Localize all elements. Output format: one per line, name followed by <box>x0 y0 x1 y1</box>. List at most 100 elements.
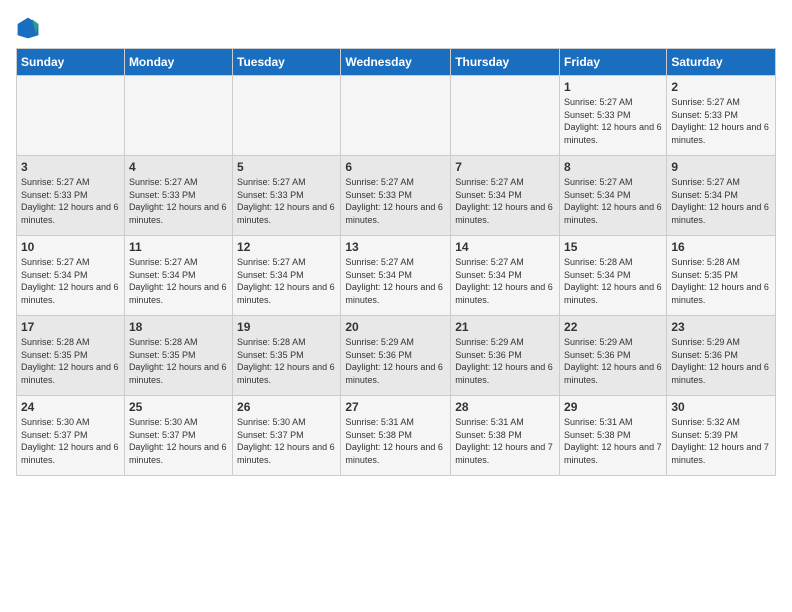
day-info: Sunrise: 5:27 AM Sunset: 5:34 PM Dayligh… <box>21 256 120 306</box>
day-number: 3 <box>21 160 120 174</box>
calendar-table: SundayMondayTuesdayWednesdayThursdayFrid… <box>16 48 776 476</box>
calendar-cell: 10 Sunrise: 5:27 AM Sunset: 5:34 PM Dayli… <box>17 236 125 316</box>
calendar-cell: 2 Sunrise: 5:27 AM Sunset: 5:33 PM Daylig… <box>667 76 776 156</box>
day-number: 9 <box>671 160 771 174</box>
day-info: Sunrise: 5:30 AM Sunset: 5:37 PM Dayligh… <box>237 416 336 466</box>
calendar-week-4: 17 Sunrise: 5:28 AM Sunset: 5:35 PM Dayli… <box>17 316 776 396</box>
day-info: Sunrise: 5:29 AM Sunset: 5:36 PM Dayligh… <box>455 336 555 386</box>
day-number: 7 <box>455 160 555 174</box>
day-number: 2 <box>671 80 771 94</box>
day-number: 16 <box>671 240 771 254</box>
calendar-cell: 9 Sunrise: 5:27 AM Sunset: 5:34 PM Daylig… <box>667 156 776 236</box>
calendar-cell <box>17 76 125 156</box>
day-number: 25 <box>129 400 228 414</box>
calendar-cell: 23Sunrise: 5:29 AM Sunset: 5:36 PM Dayli… <box>667 316 776 396</box>
day-number: 15 <box>564 240 662 254</box>
calendar-cell <box>341 76 451 156</box>
day-info: Sunrise: 5:30 AM Sunset: 5:37 PM Dayligh… <box>21 416 120 466</box>
calendar-cell <box>451 76 560 156</box>
day-info: Sunrise: 5:27 AM Sunset: 5:33 PM Dayligh… <box>671 96 771 146</box>
calendar-cell: 25 Sunrise: 5:30 AM Sunset: 5:37 PM Dayli… <box>124 396 232 476</box>
column-header-friday: Friday <box>560 49 667 76</box>
day-number: 22 <box>564 320 662 334</box>
day-number: 26 <box>237 400 336 414</box>
day-info: Sunrise: 5:27 AM Sunset: 5:33 PM Dayligh… <box>21 176 120 226</box>
calendar-cell: 4 Sunrise: 5:27 AM Sunset: 5:33 PM Daylig… <box>124 156 232 236</box>
calendar-cell <box>124 76 232 156</box>
calendar-body: 1 Sunrise: 5:27 AM Sunset: 5:33 PM Daylig… <box>17 76 776 476</box>
calendar-cell: 11 Sunrise: 5:27 AM Sunset: 5:34 PM Dayli… <box>124 236 232 316</box>
day-number: 11 <box>129 240 228 254</box>
logo-icon <box>16 16 40 40</box>
day-number: 10 <box>21 240 120 254</box>
calendar-cell: 20Sunrise: 5:29 AM Sunset: 5:36 PM Dayli… <box>341 316 451 396</box>
calendar-cell: 6 Sunrise: 5:27 AM Sunset: 5:33 PM Daylig… <box>341 156 451 236</box>
calendar-cell: 3 Sunrise: 5:27 AM Sunset: 5:33 PM Daylig… <box>17 156 125 236</box>
day-number: 17 <box>21 320 120 334</box>
day-number: 6 <box>345 160 446 174</box>
logo <box>16 16 44 40</box>
day-info: Sunrise: 5:32 AM Sunset: 5:39 PM Dayligh… <box>671 416 771 466</box>
calendar-cell: 18 Sunrise: 5:28 AM Sunset: 5:35 PM Dayli… <box>124 316 232 396</box>
day-info: Sunrise: 5:27 AM Sunset: 5:34 PM Dayligh… <box>129 256 228 306</box>
column-header-thursday: Thursday <box>451 49 560 76</box>
calendar-cell: 12Sunrise: 5:27 AM Sunset: 5:34 PM Dayli… <box>233 236 341 316</box>
calendar-cell: 17 Sunrise: 5:28 AM Sunset: 5:35 PM Dayli… <box>17 316 125 396</box>
column-header-monday: Monday <box>124 49 232 76</box>
calendar-cell: 22Sunrise: 5:29 AM Sunset: 5:36 PM Dayli… <box>560 316 667 396</box>
calendar-week-3: 10 Sunrise: 5:27 AM Sunset: 5:34 PM Dayli… <box>17 236 776 316</box>
calendar-cell: 26 Sunrise: 5:30 AM Sunset: 5:37 PM Dayli… <box>233 396 341 476</box>
day-number: 20 <box>345 320 446 334</box>
day-info: Sunrise: 5:31 AM Sunset: 5:38 PM Dayligh… <box>345 416 446 466</box>
header <box>16 16 776 40</box>
column-header-saturday: Saturday <box>667 49 776 76</box>
calendar-cell <box>233 76 341 156</box>
day-number: 5 <box>237 160 336 174</box>
day-info: Sunrise: 5:27 AM Sunset: 5:33 PM Dayligh… <box>345 176 446 226</box>
day-info: Sunrise: 5:30 AM Sunset: 5:37 PM Dayligh… <box>129 416 228 466</box>
day-number: 4 <box>129 160 228 174</box>
calendar-cell: 16 Sunrise: 5:28 AM Sunset: 5:35 PM Dayli… <box>667 236 776 316</box>
calendar-cell: 29Sunrise: 5:31 AM Sunset: 5:38 PM Dayli… <box>560 396 667 476</box>
day-number: 27 <box>345 400 446 414</box>
calendar-cell: 1 Sunrise: 5:27 AM Sunset: 5:33 PM Daylig… <box>560 76 667 156</box>
day-number: 1 <box>564 80 662 94</box>
day-info: Sunrise: 5:28 AM Sunset: 5:35 PM Dayligh… <box>21 336 120 386</box>
day-info: Sunrise: 5:27 AM Sunset: 5:33 PM Dayligh… <box>237 176 336 226</box>
calendar-cell: 30Sunrise: 5:32 AM Sunset: 5:39 PM Dayli… <box>667 396 776 476</box>
day-number: 21 <box>455 320 555 334</box>
day-info: Sunrise: 5:27 AM Sunset: 5:34 PM Dayligh… <box>671 176 771 226</box>
calendar-cell: 14 Sunrise: 5:27 AM Sunset: 5:34 PM Dayli… <box>451 236 560 316</box>
day-number: 28 <box>455 400 555 414</box>
day-info: Sunrise: 5:31 AM Sunset: 5:38 PM Dayligh… <box>455 416 555 466</box>
day-number: 8 <box>564 160 662 174</box>
calendar-header: SundayMondayTuesdayWednesdayThursdayFrid… <box>17 49 776 76</box>
day-info: Sunrise: 5:29 AM Sunset: 5:36 PM Dayligh… <box>671 336 771 386</box>
day-info: Sunrise: 5:27 AM Sunset: 5:34 PM Dayligh… <box>237 256 336 306</box>
calendar-cell: 24 Sunrise: 5:30 AM Sunset: 5:37 PM Dayli… <box>17 396 125 476</box>
day-number: 24 <box>21 400 120 414</box>
day-info: Sunrise: 5:27 AM Sunset: 5:34 PM Dayligh… <box>345 256 446 306</box>
calendar-cell: 8Sunrise: 5:27 AM Sunset: 5:34 PM Daylig… <box>560 156 667 236</box>
day-info: Sunrise: 5:27 AM Sunset: 5:33 PM Dayligh… <box>129 176 228 226</box>
day-info: Sunrise: 5:28 AM Sunset: 5:35 PM Dayligh… <box>129 336 228 386</box>
day-number: 14 <box>455 240 555 254</box>
day-number: 29 <box>564 400 662 414</box>
day-info: Sunrise: 5:27 AM Sunset: 5:34 PM Dayligh… <box>455 176 555 226</box>
calendar-week-1: 1 Sunrise: 5:27 AM Sunset: 5:33 PM Daylig… <box>17 76 776 156</box>
day-number: 18 <box>129 320 228 334</box>
day-info: Sunrise: 5:27 AM Sunset: 5:34 PM Dayligh… <box>455 256 555 306</box>
day-info: Sunrise: 5:28 AM Sunset: 5:35 PM Dayligh… <box>671 256 771 306</box>
calendar-cell: 7 Sunrise: 5:27 AM Sunset: 5:34 PM Daylig… <box>451 156 560 236</box>
column-header-tuesday: Tuesday <box>233 49 341 76</box>
calendar-cell: 5 Sunrise: 5:27 AM Sunset: 5:33 PM Daylig… <box>233 156 341 236</box>
calendar-week-2: 3 Sunrise: 5:27 AM Sunset: 5:33 PM Daylig… <box>17 156 776 236</box>
day-info: Sunrise: 5:28 AM Sunset: 5:34 PM Dayligh… <box>564 256 662 306</box>
column-header-wednesday: Wednesday <box>341 49 451 76</box>
calendar-week-5: 24 Sunrise: 5:30 AM Sunset: 5:37 PM Dayli… <box>17 396 776 476</box>
calendar-cell: 27 Sunrise: 5:31 AM Sunset: 5:38 PM Dayli… <box>341 396 451 476</box>
day-info: Sunrise: 5:28 AM Sunset: 5:35 PM Dayligh… <box>237 336 336 386</box>
day-number: 13 <box>345 240 446 254</box>
calendar-cell: 13 Sunrise: 5:27 AM Sunset: 5:34 PM Dayli… <box>341 236 451 316</box>
day-info: Sunrise: 5:27 AM Sunset: 5:33 PM Dayligh… <box>564 96 662 146</box>
